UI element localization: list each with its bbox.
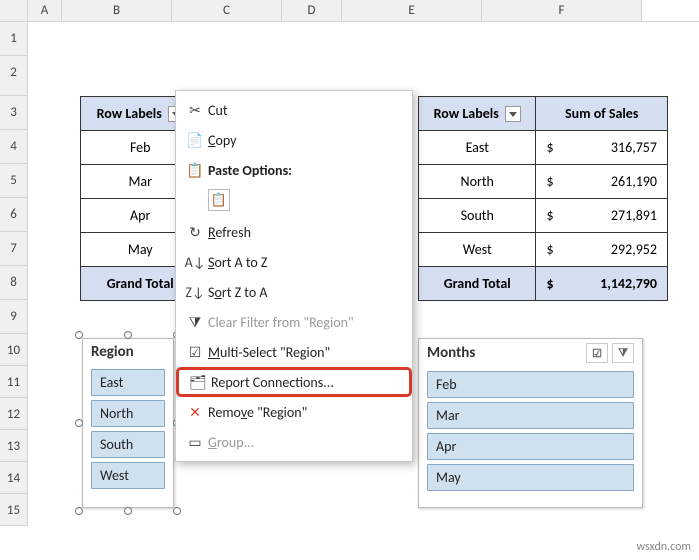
slicer-item[interactable]: North bbox=[91, 400, 165, 427]
pivot2-row-value[interactable]: $316,757 bbox=[536, 131, 668, 165]
row-header-1[interactable]: 1 bbox=[0, 22, 28, 56]
paste-option-default[interactable]: 📋 bbox=[208, 189, 230, 211]
slicer-title: Months bbox=[427, 344, 475, 362]
menu-refresh[interactable]: ↻Refresh bbox=[176, 217, 412, 247]
col-header-e[interactable]: E bbox=[342, 0, 482, 21]
row-header-8[interactable]: 8 bbox=[0, 266, 28, 300]
copy-icon: 📄 bbox=[182, 132, 208, 149]
col-header-b[interactable]: B bbox=[62, 0, 172, 21]
col-header-c[interactable]: C bbox=[172, 0, 282, 21]
report-connections-icon: 🗂 bbox=[185, 374, 211, 391]
menu-remove[interactable]: ✕Remove "Region" bbox=[176, 397, 412, 427]
context-menu: ✂Cut 📄Copy 📋Paste Options: 📋 ↻Refresh A↓… bbox=[175, 90, 413, 462]
select-all-corner[interactable] bbox=[0, 0, 28, 21]
row-header-10[interactable]: 10 bbox=[0, 334, 28, 366]
menu-copy[interactable]: 📄Copy bbox=[176, 125, 412, 155]
menu-clear-filter: ⧩Clear Filter from "Region" bbox=[176, 307, 412, 337]
slicer-item[interactable]: West bbox=[91, 462, 165, 489]
menu-report-connections[interactable]: 🗂Report Connections... bbox=[176, 367, 412, 397]
row-header-11[interactable]: 11 bbox=[0, 366, 28, 398]
row-header-3[interactable]: 3 bbox=[0, 96, 28, 130]
menu-paste-options: 📋Paste Options: bbox=[176, 155, 412, 185]
row-header-4[interactable]: 4 bbox=[0, 130, 28, 164]
pivot-table-sales[interactable]: Row Labels Sum of Sales East$316,757 Nor… bbox=[418, 96, 668, 301]
slicer-item[interactable]: South bbox=[91, 431, 165, 458]
row-header-5[interactable]: 5 bbox=[0, 164, 28, 198]
slicer-title: Region bbox=[91, 343, 134, 361]
multiselect-icon[interactable]: ☑ bbox=[586, 343, 608, 363]
col-header-f[interactable]: F bbox=[482, 0, 642, 21]
sort-az-icon: A↓ bbox=[182, 254, 208, 271]
slicer-item[interactable]: Mar bbox=[427, 402, 634, 429]
row-header-12[interactable]: 12 bbox=[0, 398, 28, 430]
menu-cut[interactable]: ✂Cut bbox=[176, 95, 412, 125]
row-header-9[interactable]: 9 bbox=[0, 300, 28, 334]
clear-filter-icon[interactable]: ⧩ bbox=[612, 343, 634, 363]
pivot2-total-label[interactable]: Grand Total bbox=[419, 267, 536, 301]
refresh-icon: ↻ bbox=[182, 224, 208, 241]
watermark: wsxdn.com bbox=[636, 540, 691, 554]
pivot1-header-label: Row Labels bbox=[97, 105, 162, 122]
row-headers: 1 2 3 4 5 6 7 8 9 10 11 12 13 14 15 bbox=[0, 22, 28, 526]
row-header-14[interactable]: 14 bbox=[0, 462, 28, 494]
pivot2-row-label[interactable]: East bbox=[419, 131, 536, 165]
menu-multi-select[interactable]: ☑Multi-Select "Region" bbox=[176, 337, 412, 367]
menu-sort-za[interactable]: Z↓Sort Z to A bbox=[176, 277, 412, 307]
pivot2-header-sum: Sum of Sales bbox=[536, 97, 668, 131]
row-header-6[interactable]: 6 bbox=[0, 198, 28, 232]
slicer-item[interactable]: East bbox=[91, 369, 165, 396]
row-header-13[interactable]: 13 bbox=[0, 430, 28, 462]
pivot2-row-label[interactable]: South bbox=[419, 199, 536, 233]
row-header-7[interactable]: 7 bbox=[0, 232, 28, 266]
row-header-2[interactable]: 2 bbox=[0, 56, 28, 96]
pivot2-row-label[interactable]: North bbox=[419, 165, 536, 199]
multiselect-icon: ☑ bbox=[182, 344, 208, 361]
slicer-item[interactable]: Feb bbox=[427, 371, 634, 398]
slicer-months[interactable]: Months ☑ ⧩ Feb Mar Apr May bbox=[418, 338, 643, 508]
cut-icon: ✂ bbox=[182, 102, 208, 119]
slicer-item[interactable]: Apr bbox=[427, 433, 634, 460]
menu-sort-az[interactable]: A↓Sort A to Z bbox=[176, 247, 412, 277]
pivot2-row-value[interactable]: $292,952 bbox=[536, 233, 668, 267]
pivot2-total-value[interactable]: $1,142,790 bbox=[536, 267, 668, 301]
group-icon: ▭ bbox=[182, 434, 208, 451]
sort-za-icon: Z↓ bbox=[182, 284, 208, 301]
col-header-a[interactable]: A bbox=[28, 0, 62, 21]
col-header-d[interactable]: D bbox=[282, 0, 342, 21]
clear-filter-icon: ⧩ bbox=[182, 314, 208, 331]
column-headers: A B C D E F bbox=[0, 0, 699, 22]
pivot2-row-value[interactable]: $261,190 bbox=[536, 165, 668, 199]
slicer-item[interactable]: May bbox=[427, 464, 634, 491]
dropdown-icon[interactable] bbox=[505, 106, 521, 122]
pivot2-row-value[interactable]: $271,891 bbox=[536, 199, 668, 233]
remove-icon: ✕ bbox=[182, 404, 208, 421]
pivot2-row-label[interactable]: West bbox=[419, 233, 536, 267]
menu-group: ▭Group... bbox=[176, 427, 412, 457]
pivot2-header-label: Row Labels bbox=[434, 105, 499, 122]
slicer-region[interactable]: Region East North South West bbox=[82, 338, 174, 508]
paste-icon: 📋 bbox=[182, 162, 208, 179]
row-header-15[interactable]: 15 bbox=[0, 494, 28, 526]
